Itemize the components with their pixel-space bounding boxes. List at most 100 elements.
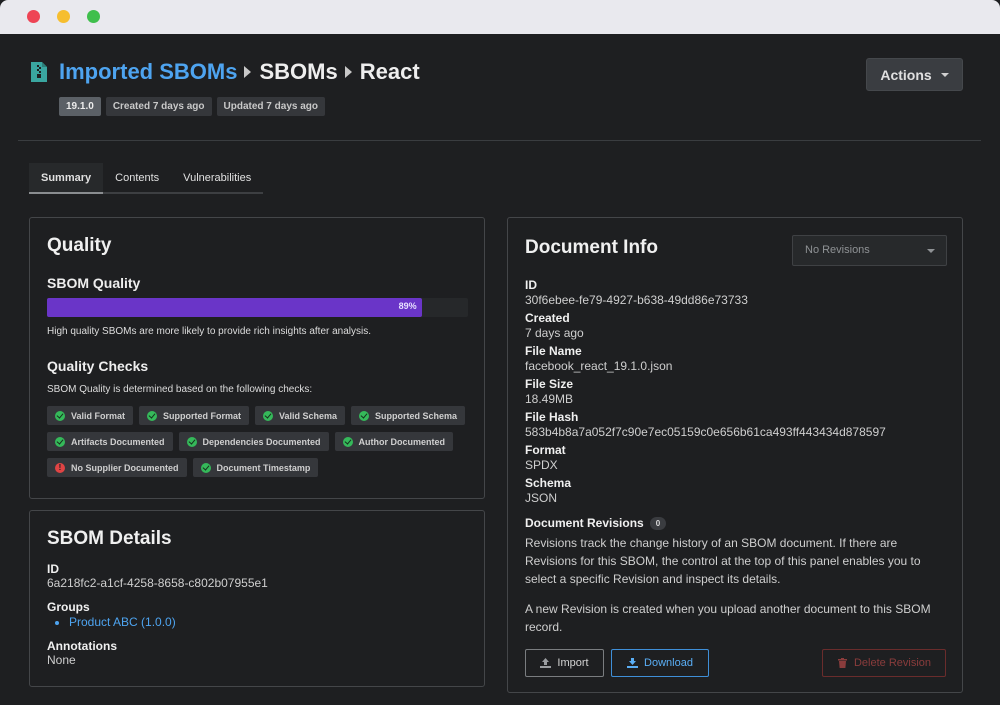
document-revisions-heading: Document Revisions 0 (525, 516, 667, 530)
header-divider (18, 140, 981, 141)
quality-check-label: Artifacts Documented (71, 436, 165, 447)
check-circle-icon (342, 436, 353, 447)
quality-check-pass: Supported Schema (351, 406, 466, 425)
field-value: 7 days ago (525, 326, 584, 340)
quality-note: High quality SBOMs are more likely to pr… (47, 326, 372, 337)
field-value: facebook_react_19.1.0.json (525, 359, 673, 373)
field-file-size: File Size 18.49MB (525, 377, 886, 407)
breadcrumb-separator-icon (344, 66, 352, 78)
details-id-value: 6a218fc2-a1cf-4258-8658-c802b07955e1 (47, 576, 268, 590)
quality-progress-fill: 89% (47, 298, 422, 317)
check-circle-icon (263, 410, 274, 421)
details-id-block: ID 6a218fc2-a1cf-4258-8658-c802b07955e1 (47, 562, 268, 590)
revision-select-value: No Revisions (805, 244, 870, 256)
revision-select[interactable]: No Revisions (792, 235, 947, 266)
maximize-window-button[interactable] (87, 10, 100, 23)
quality-check-pass: Author Documented (334, 432, 454, 451)
field-schema: Schema JSON (525, 476, 886, 506)
details-groups-label: Groups (47, 600, 90, 614)
groups-list: Product ABC (1.0.0) (69, 615, 176, 629)
window-titlebar (0, 0, 1000, 34)
minimize-window-button[interactable] (57, 10, 70, 23)
field-file-name: File Name facebook_react_19.1.0.json (525, 344, 886, 374)
quality-check-label: Author Documented (358, 436, 446, 447)
quality-check-fail: ! No Supplier Documented (47, 458, 187, 477)
document-info-title: Document Info (525, 237, 658, 258)
created-badge: Created 7 days ago (105, 97, 212, 116)
details-annotations-label: Annotations (47, 639, 117, 653)
document-revisions-label: Document Revisions (525, 516, 644, 530)
actions-button[interactable]: Actions (866, 58, 963, 91)
quality-check-pass: Valid Format (47, 406, 134, 425)
details-groups-block: Groups Product ABC (1.0.0) (47, 600, 176, 629)
page-header: Imported SBOMs SBOMs React 19.1.0 Create… (0, 34, 1000, 141)
sbom-file-icon (31, 62, 47, 82)
check-circle-icon (186, 436, 197, 447)
field-label: File Name (525, 344, 582, 358)
check-circle-icon (55, 436, 65, 447)
quality-checks-description: SBOM Quality is determined based on the … (47, 384, 313, 395)
field-id: ID 30f6ebee-fe79-4927-b638-49dd86e73733 (525, 278, 886, 308)
chevron-down-icon (940, 72, 949, 77)
field-label: ID (525, 278, 537, 292)
quality-check-label: No Supplier Documented (71, 462, 179, 473)
delete-revision-button[interactable]: Delete Revision (822, 649, 946, 677)
check-circle-icon (147, 410, 158, 421)
group-link[interactable]: Product ABC (1.0.0) (69, 615, 176, 629)
error-circle-icon: ! (55, 462, 65, 473)
quality-check-label: Valid Format (71, 410, 126, 421)
tab-vulnerabilities[interactable]: Vulnerabilities (171, 163, 263, 192)
page-title: React (359, 59, 420, 84)
quality-check-label: Supported Format (163, 410, 242, 421)
import-label: Import (557, 657, 589, 669)
quality-title: Quality (47, 235, 112, 256)
revisions-count-badge: 0 (649, 516, 667, 530)
tab-bar: Summary Contents Vulnerabilities (29, 163, 264, 194)
field-format: Format SPDX (525, 443, 886, 473)
quality-check-pass: Valid Schema (255, 406, 346, 425)
breadcrumb: Imported SBOMs SBOMs React (59, 59, 420, 85)
breadcrumb-sboms: SBOMs (259, 59, 338, 84)
details-annotations-block: Annotations None (47, 639, 117, 667)
quality-check-label: Dependencies Documented (202, 436, 321, 447)
download-label: Download (644, 657, 693, 669)
download-icon (627, 658, 639, 668)
check-circle-icon (200, 462, 211, 473)
quality-checks-list: Valid Format Supported Format Valid Schema… (47, 406, 467, 477)
check-circle-icon (359, 410, 370, 421)
revisions-description: Revisions track the change history of an… (525, 536, 921, 586)
field-file-hash: File Hash 583b4b8a7a052f7c90e7ec05159c0e6… (525, 410, 886, 440)
quality-check-label: Valid Schema (279, 410, 338, 421)
quality-check-pass: Artifacts Documented (47, 432, 173, 451)
quality-score-label: 89% (398, 301, 417, 311)
sbom-details-panel: SBOM Details ID 6a218fc2-a1cf-4258-8658-… (29, 510, 485, 687)
tab-summary[interactable]: Summary (29, 163, 104, 194)
field-value: SPDX (525, 458, 558, 472)
version-badge: 19.1.0 (59, 97, 101, 116)
field-created: Created 7 days ago (525, 311, 886, 341)
trash-icon (837, 658, 847, 668)
quality-check-pass: Supported Format (139, 406, 250, 425)
tab-contents[interactable]: Contents (103, 163, 171, 192)
download-button[interactable]: Download (611, 649, 709, 677)
quality-check-pass: Document Timestamp (192, 458, 319, 477)
breadcrumb-imported-sboms[interactable]: Imported SBOMs (59, 59, 237, 85)
meta-badges: 19.1.0 Created 7 days ago Updated 7 days… (59, 97, 325, 116)
quality-check-label: Supported Schema (375, 410, 458, 421)
import-button[interactable]: Import (525, 649, 604, 677)
check-circle-icon (55, 410, 65, 421)
quality-check-pass: Dependencies Documented (178, 432, 329, 451)
close-window-button[interactable] (27, 10, 40, 23)
field-label: File Hash (525, 410, 579, 424)
quality-panel: Quality SBOM Quality 89% High quality SB… (29, 217, 485, 499)
sbom-quality-heading: SBOM Quality (47, 275, 141, 291)
upload-icon (540, 658, 552, 668)
revisions-upload-note: A new Revision is created when you uploa… (525, 602, 931, 634)
field-label: Schema (525, 476, 572, 490)
updated-badge: Updated 7 days ago (216, 97, 325, 116)
field-label: File Size (525, 377, 574, 391)
quality-check-label: Document Timestamp (216, 462, 311, 473)
field-label: Format (525, 443, 566, 457)
actions-label: Actions (880, 66, 932, 83)
document-fields: ID 30f6ebee-fe79-4927-b638-49dd86e73733 C… (525, 278, 886, 509)
